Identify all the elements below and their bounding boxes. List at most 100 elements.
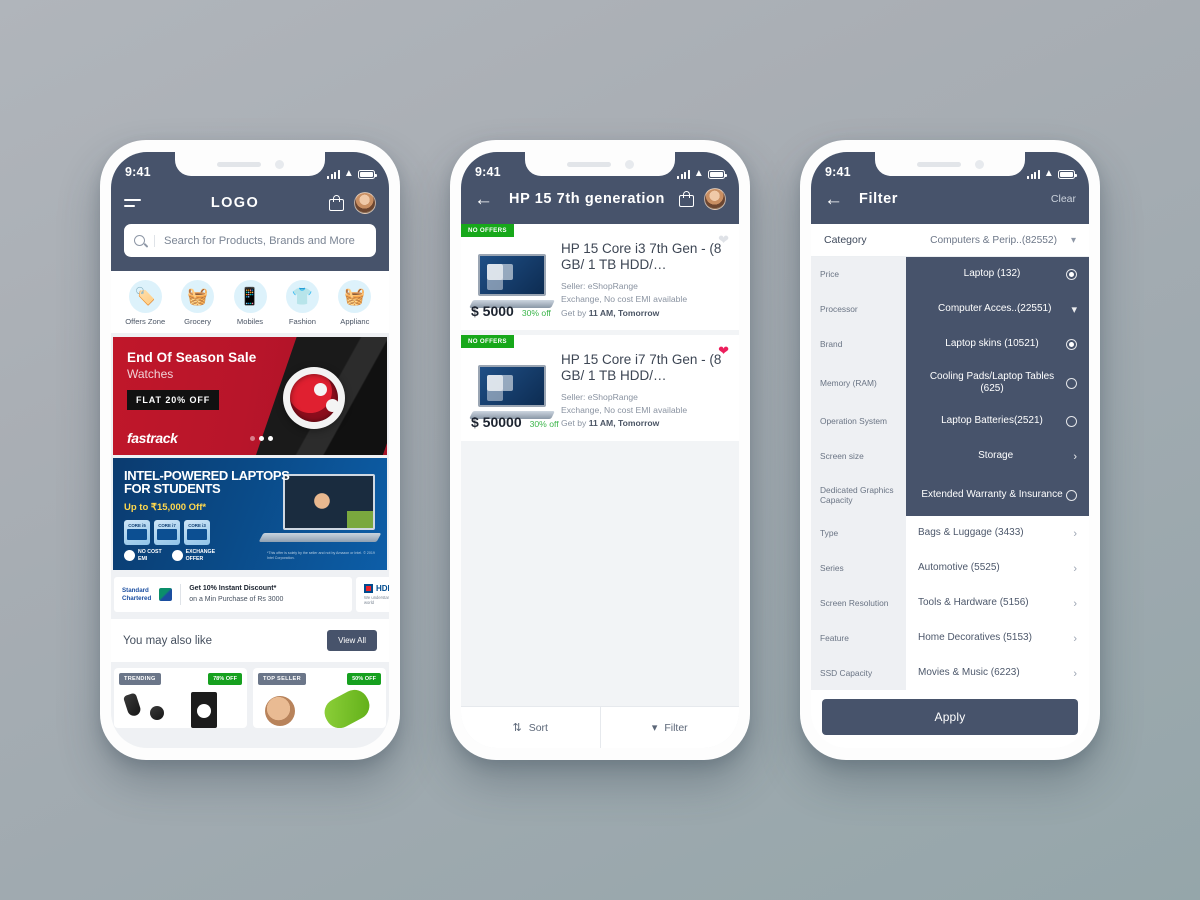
filter-button[interactable]: ▾ Filter <box>599 707 740 748</box>
hamburger-icon[interactable] <box>124 199 141 207</box>
banner-intel[interactable]: INTEL-POWERED LAPTOPS FOR STUDENTS Up to… <box>113 458 387 570</box>
wishlist-heart-icon[interactable]: ❤ <box>718 233 729 246</box>
category-label: Category <box>824 234 867 246</box>
offers-zone-icon: 🏷️ <box>128 280 162 313</box>
wishlist-heart-icon[interactable]: ❤ <box>718 344 729 357</box>
radio-button-icon[interactable] <box>1066 489 1077 501</box>
laptop-screen-graphic <box>283 474 375 530</box>
facet-item-brand[interactable]: Brand <box>811 327 906 362</box>
facet-item-graphics[interactable]: Dedicated Graphics Capacity <box>811 474 906 516</box>
category-label: Offers Zone <box>125 317 166 326</box>
view-all-button[interactable]: View All <box>327 630 377 651</box>
fashion-icon: 👕 <box>285 280 319 313</box>
product-card-top-seller[interactable]: TOP SELLER 50% OFF <box>253 668 386 728</box>
facet-item-os[interactable]: Operation System <box>811 404 906 439</box>
facet-item-type[interactable]: Type <box>811 516 906 551</box>
app-logo: LOGO <box>210 195 260 211</box>
filter-option-tools-hardware[interactable]: Tools & Hardware (5156) › <box>906 586 1089 621</box>
grocery-icon: 🧺 <box>181 280 215 313</box>
filter-option-laptop[interactable]: Laptop (132) <box>906 257 1089 292</box>
filter-option-home-decoratives[interactable]: Home Decoratives (5153) › <box>906 621 1089 656</box>
apply-button[interactable]: Apply <box>822 699 1078 735</box>
product-card-trending[interactable]: TRENDING 78% OFF <box>114 668 247 728</box>
sort-button[interactable]: ⇅ Sort <box>461 707 600 748</box>
intel-banner-offer: Up to ₹15,000 Off* <box>124 501 207 513</box>
search-input[interactable]: Search for Products, Brands and More <box>124 224 376 257</box>
product-info: HP 15 Core i3 7th Gen - (8 GB/ 1 TB HDD/… <box>561 234 729 320</box>
filter-option-movies-music[interactable]: Movies & Music (6223) › <box>906 656 1089 690</box>
filter-option-cooling-pads[interactable]: Cooling Pads/Laptop Tables (625) <box>906 362 1089 404</box>
filter-option-bags-luggage[interactable]: Bags & Luggage (3433) › <box>906 516 1089 551</box>
facet-item-price[interactable]: Price <box>811 257 906 292</box>
option-label: Computer Acces..(22551) <box>938 303 1052 315</box>
category-item-offers[interactable]: 🏷️ Offers Zone <box>119 280 171 326</box>
status-time: 9:41 <box>125 165 151 179</box>
category-strip: 🏷️ Offers Zone 🧺 Grocery 📱 Mobiles 👕 Fas… <box>111 271 389 333</box>
facet-item-feature[interactable]: Feature <box>811 621 906 656</box>
category-item-appliances[interactable]: 🧺 Applianc <box>329 280 381 326</box>
signal-icon <box>1026 169 1040 179</box>
chevron-right-icon[interactable]: › <box>1073 451 1077 463</box>
product-list-item[interactable]: NO OFFERS ❤ HP 15 Core i3 7th Gen - (8 G… <box>461 224 739 330</box>
facet-item-screen-resolution[interactable]: Screen Resolution <box>811 586 906 621</box>
chevron-right-icon[interactable]: › <box>1073 563 1077 575</box>
category-item-mobiles[interactable]: 📱 Mobiles <box>224 280 276 326</box>
product-exchange-info: Exchange, No cost EMI available <box>561 405 688 416</box>
filter-option-storage[interactable]: Storage › <box>906 439 1089 474</box>
filter-columns: Price Processor Brand Memory (RAM) Opera… <box>811 257 1089 690</box>
filter-option-computer-accessories[interactable]: Computer Acces..(22551) ▾ <box>906 292 1089 327</box>
filter-option-laptop-skins[interactable]: Laptop skins (10521) <box>906 327 1089 362</box>
shopping-bag-icon[interactable] <box>679 191 694 207</box>
facet-item-ssd-capacity[interactable]: SSD Capacity <box>811 656 906 690</box>
battery-icon <box>1058 170 1077 179</box>
product-meta: Seller: eShopRange Exchange, No cost EMI… <box>561 391 729 431</box>
no-cost-emi-feature: NO COST EMI <box>124 549 162 562</box>
chevron-down-icon[interactable]: ▾ <box>1071 303 1077 316</box>
bank-offer-card-hdfc[interactable]: HDFC We understand your world <box>356 577 389 612</box>
radio-button-icon[interactable] <box>1066 377 1077 389</box>
option-label: Extended Warranty & Insurance <box>921 488 1063 500</box>
category-item-grocery[interactable]: 🧺 Grocery <box>171 280 223 326</box>
category-dropdown-row[interactable]: Category Computers & Perip..(82552) ▾ <box>811 224 1089 257</box>
status-icons: ▲ <box>1026 169 1077 179</box>
bank-offer-line-2: on a Min Purchase of Rs 3000 <box>189 595 284 603</box>
notch-camera <box>974 159 984 169</box>
banner-watches[interactable]: End Of Season Sale Watches FLAT 20% OFF … <box>113 337 387 455</box>
clear-button[interactable]: Clear <box>1051 193 1076 205</box>
carousel-dots[interactable] <box>250 436 273 441</box>
chevron-right-icon[interactable]: › <box>1073 528 1077 540</box>
status-icons: ▲ <box>676 169 727 179</box>
facet-item-series[interactable]: Series <box>811 551 906 586</box>
phone-notch <box>175 152 325 176</box>
chevron-right-icon[interactable]: › <box>1073 668 1077 680</box>
hdfc-mark-icon <box>364 584 373 593</box>
category-label: Applianc <box>340 317 370 326</box>
intel-banner-features: NO COST EMI EXCHANGE OFFER <box>124 549 215 562</box>
filter-option-laptop-batteries[interactable]: Laptop Batteries(2521) <box>906 404 1089 439</box>
radio-button-icon[interactable] <box>1066 339 1077 350</box>
user-avatar[interactable] <box>704 188 726 210</box>
facet-item-processor[interactable]: Processor <box>811 292 906 327</box>
radio-button-icon[interactable] <box>1066 269 1077 280</box>
delivery-prefix: Get by <box>561 418 589 429</box>
category-item-fashion[interactable]: 👕 Fashion <box>276 280 328 326</box>
user-avatar[interactable] <box>354 192 376 214</box>
bank-offer-card-scb[interactable]: Standard Chartered Get 10% Instant Disco… <box>114 577 352 612</box>
facet-item-memory[interactable]: Memory (RAM) <box>811 362 906 404</box>
banner-subtitle: Watches <box>127 367 174 381</box>
intel-disclaimer: *This offer is solely by the seller and … <box>267 550 375 560</box>
filter-funnel-icon: ▾ <box>651 722 658 734</box>
shopping-bag-icon[interactable] <box>329 195 344 211</box>
filter-option-automotive[interactable]: Automotive (5525) › <box>906 551 1089 586</box>
laptop-screen-graphic <box>478 253 546 296</box>
intel-banner-title-1: INTEL-POWERED LAPTOPS <box>124 468 290 483</box>
filter-option-extended-warranty[interactable]: Extended Warranty & Insurance <box>906 474 1089 516</box>
back-arrow-icon[interactable]: ← <box>824 190 843 209</box>
back-arrow-icon[interactable]: ← <box>474 190 493 209</box>
chevron-right-icon[interactable]: › <box>1073 633 1077 645</box>
radio-button-icon[interactable] <box>1066 416 1077 427</box>
fastrack-logo: fastrack <box>127 430 178 446</box>
chevron-right-icon[interactable]: › <box>1073 598 1077 610</box>
facet-item-screen-size[interactable]: Screen size <box>811 439 906 474</box>
product-list-item[interactable]: NO OFFERS ❤ HP 15 Core i7 7th Gen - (8 G… <box>461 334 739 441</box>
